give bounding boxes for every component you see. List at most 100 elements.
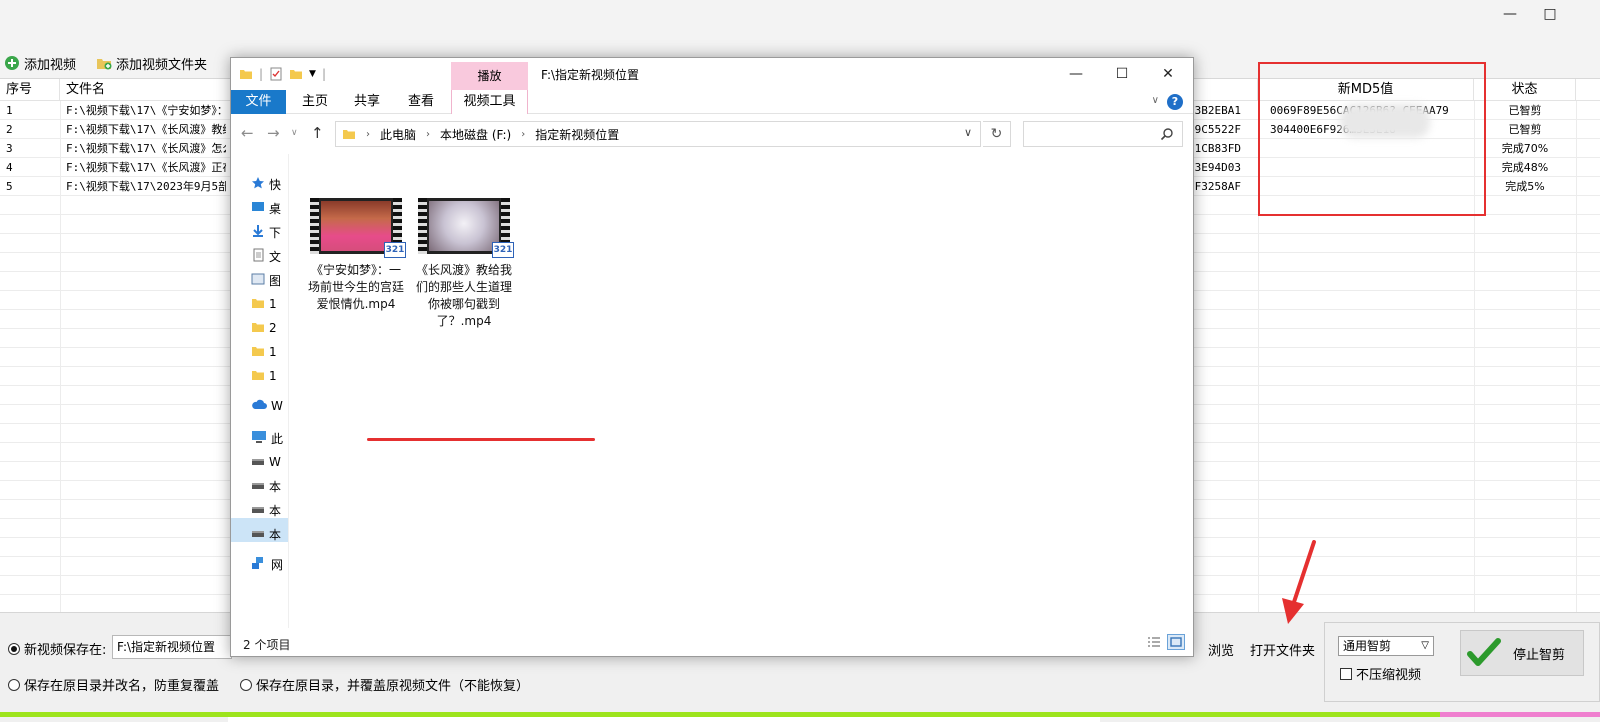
crumb-this-pc[interactable]: 此电脑 <box>380 126 416 143</box>
forward-arrow-icon[interactable]: → <box>267 124 280 142</box>
nav-item[interactable]: 2 <box>251 318 277 338</box>
search-input[interactable] <box>1023 121 1183 147</box>
status-cell: 已智剪 <box>1508 123 1542 136</box>
minimize-button[interactable]: — <box>1490 2 1530 26</box>
folder-icon <box>251 368 265 385</box>
file-view: 321 《宁安如梦》：一场前世今生的宫廷爱恨情仇.mp4 321 《长风渡》教给我们的… <box>289 154 1193 628</box>
nav-item[interactable]: 文 <box>251 246 281 266</box>
status-cell: 完成48% <box>1501 161 1549 174</box>
explorer-close-button[interactable]: ✕ <box>1145 58 1191 90</box>
add-folder-button[interactable]: 添加视频文件夹 <box>92 52 211 74</box>
nav-item[interactable]: 图 <box>251 270 281 290</box>
video-thumbnail: 321 <box>418 198 514 258</box>
details-view-icon[interactable] <box>1145 634 1163 650</box>
ribbon-expand-icon[interactable]: ∨ <box>1152 95 1159 106</box>
video-file-item[interactable]: 321 《长风渡》教给我们的那些人生道理你被哪句戳到了？.mp4 <box>415 198 514 330</box>
network-icon <box>251 556 267 573</box>
nav-item[interactable]: 网 <box>251 554 283 574</box>
index-cell: 4 <box>6 161 13 174</box>
address-bar[interactable]: › 此电脑 › 本地磁盘 (F:) › 指定新视频位置 ∨ <box>335 121 981 147</box>
tab-video-tools[interactable]: 视频工具 <box>451 90 528 114</box>
filename-cell: F:\视频下载\17\2023年9月5部分 <box>66 180 226 193</box>
filename-cell: F:\视频下载\17\《宁安如梦》： <box>66 104 226 117</box>
maximize-button[interactable]: □ <box>1530 2 1570 26</box>
address-dropdown-icon[interactable]: ∨ <box>964 126 972 139</box>
crumb-folder[interactable]: 指定新视频位置 <box>535 126 619 143</box>
navigation-pane: 快桌下文图1211W此W本本本网 <box>231 154 289 628</box>
add-folder-icon <box>97 59 112 70</box>
no-compress-checkbox[interactable] <box>1340 667 1352 680</box>
help-icon[interactable]: ? <box>1167 94 1183 110</box>
navigation-bar: ← → ∨ ↑ › 此电脑 › 本地磁盘 (F:) › 指定新视频位置 ∨ ↻ <box>231 115 1193 153</box>
status-bar: 2 个项目 <box>231 628 1193 656</box>
explorer-minimize-button[interactable]: — <box>1053 58 1099 90</box>
status-cell: 完成5% <box>1505 180 1545 193</box>
nav-item-label: 2 <box>269 321 277 335</box>
save-new-radio[interactable] <box>8 642 20 655</box>
nav-item[interactable]: 本 <box>251 500 281 520</box>
red-underline <box>367 438 595 441</box>
video-file-item[interactable]: 321 《宁安如梦》：一场前世今生的宫廷爱恨情仇.mp4 <box>307 198 406 313</box>
mode-select[interactable]: 通用智剪 ▽ <box>1338 636 1434 656</box>
item-count: 2 个项目 <box>243 638 291 652</box>
nav-item-label: 图 <box>269 273 282 288</box>
overwrite-radio[interactable] <box>240 678 252 691</box>
filename-cell: F:\视频下载\17\《长风渡》正在 <box>66 161 226 174</box>
tab-share[interactable]: 共享 <box>343 90 391 114</box>
save-new-option[interactable]: 新视频保存在: <box>8 639 106 658</box>
browse-button[interactable]: 浏览 <box>1208 640 1234 659</box>
drive-icon <box>251 454 265 471</box>
nav-item[interactable]: 1 <box>251 294 277 314</box>
tab-view[interactable]: 查看 <box>397 90 445 114</box>
nav-item[interactable]: W <box>251 452 281 472</box>
status-cell: 完成70% <box>1501 142 1549 155</box>
open-folder-button[interactable]: 打开文件夹 <box>1250 640 1315 659</box>
keep-rename-radio[interactable] <box>8 678 20 691</box>
tab-file[interactable]: 文件 <box>231 90 286 114</box>
header-status[interactable]: 状态 <box>1474 79 1576 101</box>
progress-remaining <box>1440 712 1600 717</box>
context-tab-play[interactable]: 播放 <box>451 62 528 90</box>
nav-item[interactable]: 快 <box>251 174 281 194</box>
overwrite-option[interactable]: 保存在原目录，并覆盖原视频文件（不能恢复） <box>240 675 529 694</box>
keep-rename-label: 保存在原目录并改名，防重复覆盖 <box>24 679 220 694</box>
qa-dropdown-icon[interactable]: ▼ <box>309 69 316 79</box>
recent-dropdown-icon[interactable]: ∨ <box>291 128 298 138</box>
video-thumbnail: 321 <box>310 198 406 258</box>
md5-highlight-box <box>1258 62 1486 216</box>
mode-select-value: 通用智剪 <box>1343 639 1392 653</box>
new-folder-icon[interactable] <box>289 67 303 81</box>
document-icon <box>251 248 265 265</box>
nav-item-label: 1 <box>269 297 277 311</box>
tab-home[interactable]: 主页 <box>291 90 339 114</box>
nav-item[interactable]: 桌 <box>251 198 281 218</box>
refresh-icon[interactable]: ↻ <box>983 121 1011 147</box>
chevron-down-icon: ▽ <box>1421 640 1429 651</box>
nav-item[interactable]: 1 <box>251 366 277 386</box>
folder-icon[interactable] <box>239 67 253 81</box>
keep-rename-option[interactable]: 保存在原目录并改名，防重复覆盖 <box>8 675 219 694</box>
status-cell: 已智剪 <box>1508 104 1542 117</box>
nav-item[interactable]: 本 <box>251 476 281 496</box>
stop-button[interactable]: 停止智剪 <box>1460 630 1584 676</box>
properties-icon[interactable] <box>269 67 283 81</box>
nav-item-label: W <box>271 399 283 413</box>
save-path-field[interactable]: F:\指定新视频位置 <box>112 635 232 659</box>
nav-item[interactable]: 本 <box>251 524 281 544</box>
header-index[interactable]: 序号 <box>0 79 60 101</box>
index-cell: 1 <box>6 104 13 117</box>
crumb-drive[interactable]: 本地磁盘 (F:) <box>440 126 511 143</box>
add-video-button[interactable]: 添加视频 <box>0 52 80 74</box>
large-icons-view-icon[interactable] <box>1167 634 1185 650</box>
nav-item[interactable]: 此 <box>251 428 283 448</box>
back-arrow-icon[interactable]: ← <box>241 124 254 142</box>
nav-item[interactable]: W <box>251 396 283 416</box>
nav-item[interactable]: 1 <box>251 342 277 362</box>
no-compress-option[interactable]: 不压缩视频 <box>1340 664 1421 683</box>
nav-item[interactable]: 下 <box>251 222 281 242</box>
add-folder-label: 添加视频文件夹 <box>116 57 208 73</box>
thumbnail-image <box>321 201 391 251</box>
up-arrow-icon[interactable]: ↑ <box>311 124 324 142</box>
filename-cell: F:\视频下载\17\《长风渡》教给 <box>66 123 226 136</box>
explorer-maximize-button[interactable]: ☐ <box>1099 58 1145 90</box>
